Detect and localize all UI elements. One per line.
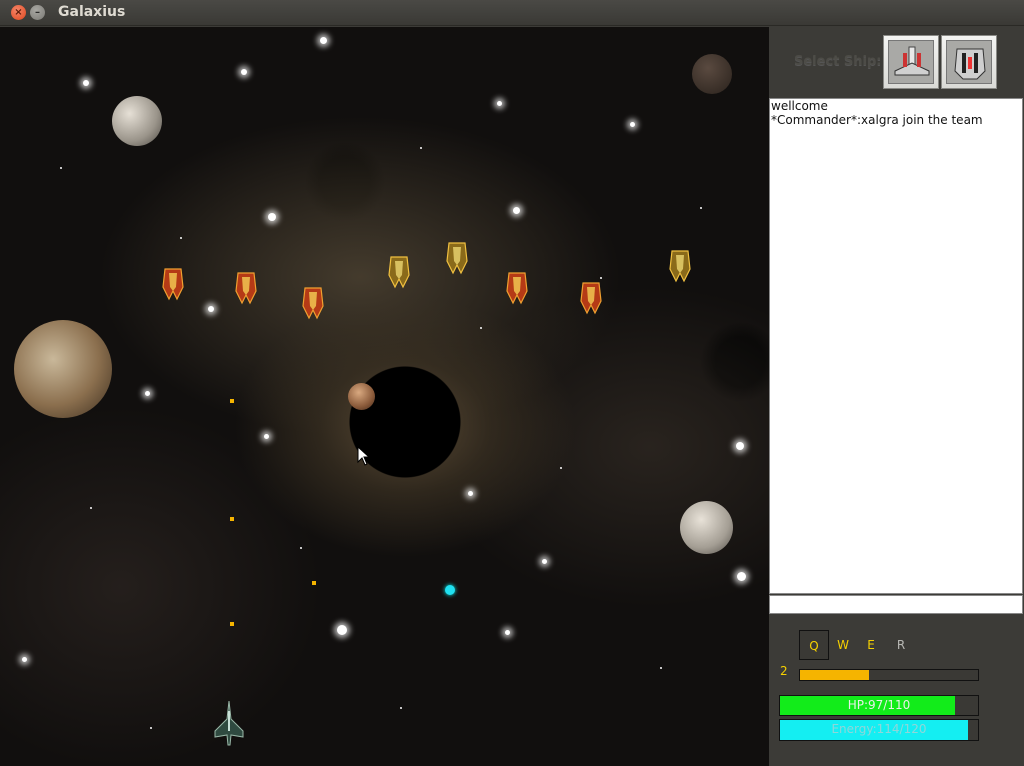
skill-q-button[interactable]: Q <box>799 630 829 660</box>
planet <box>348 383 375 410</box>
star <box>320 37 327 44</box>
star <box>180 237 182 239</box>
chat-input[interactable] <box>769 595 1023 614</box>
star <box>300 547 302 549</box>
minimize-icon[interactable]: – <box>30 5 45 20</box>
star <box>660 667 662 669</box>
energy-text: Energy:114/120 <box>831 722 927 736</box>
title-bar: × – Galaxius <box>0 0 1024 26</box>
planet <box>14 320 112 418</box>
heavy-ship-icon <box>954 48 986 80</box>
projectile <box>230 622 234 626</box>
star <box>268 213 276 221</box>
star <box>468 491 473 496</box>
star <box>83 80 89 86</box>
game-canvas[interactable] <box>0 27 769 766</box>
projectile <box>230 517 234 521</box>
planet <box>112 96 162 146</box>
chat-log[interactable]: wellcome *Commander*:xalgra join the tea… <box>769 98 1023 594</box>
energy-bar: Energy:114/120 <box>779 719 979 741</box>
fighter-ship-icon <box>894 46 930 76</box>
enemy-ship <box>162 268 184 301</box>
star <box>700 207 702 209</box>
ship-select-button-heavy[interactable] <box>941 35 997 89</box>
star <box>505 630 510 635</box>
hp-bar: HP:97/110 <box>779 695 979 716</box>
enemy-ship <box>506 272 528 305</box>
enemy-ship <box>580 282 602 315</box>
hp-text: HP:97/110 <box>847 698 911 712</box>
star <box>208 306 214 312</box>
star <box>241 69 247 75</box>
star <box>90 507 92 509</box>
star <box>480 327 482 329</box>
star <box>600 277 602 279</box>
enemy-ship <box>669 250 691 283</box>
player-ship[interactable] <box>213 701 245 749</box>
chat-message: wellcome <box>771 99 828 113</box>
projectile <box>312 581 316 585</box>
star <box>145 391 150 396</box>
skill-e-button[interactable]: E <box>856 630 886 660</box>
mouse-pointer-icon <box>357 446 371 466</box>
enemy-ship <box>388 256 410 289</box>
window-title: Galaxius <box>58 4 126 20</box>
planet <box>692 54 732 94</box>
projectile <box>230 399 234 403</box>
planet <box>680 501 733 554</box>
level-indicator: 2 <box>780 664 788 678</box>
skill-r-button[interactable]: R <box>886 630 916 660</box>
enemy-ship <box>235 272 257 305</box>
star <box>736 442 744 450</box>
ship-select-button-fighter[interactable] <box>883 35 939 89</box>
star <box>420 147 422 149</box>
enemy-ship <box>302 287 324 320</box>
star <box>264 434 269 439</box>
select-ship-label: Select Ship: <box>794 54 882 69</box>
star <box>630 122 635 127</box>
star <box>497 101 502 106</box>
star <box>513 207 520 214</box>
star <box>400 707 402 709</box>
xp-bar-fill <box>800 670 870 680</box>
star <box>60 167 62 169</box>
star <box>560 467 562 469</box>
star <box>542 559 547 564</box>
enemy-ship <box>446 242 468 275</box>
chat-message: *Commander*:xalgra join the team <box>771 113 983 127</box>
side-panel: Select Ship: wellcome *Commander*:xalgra… <box>769 27 1024 766</box>
skill-w-button[interactable]: W <box>828 630 858 660</box>
xp-bar <box>799 669 979 681</box>
star <box>22 657 27 662</box>
energy-orb <box>445 585 455 595</box>
close-icon[interactable]: × <box>11 5 26 20</box>
star <box>150 727 152 729</box>
star <box>337 625 347 635</box>
star <box>737 572 746 581</box>
